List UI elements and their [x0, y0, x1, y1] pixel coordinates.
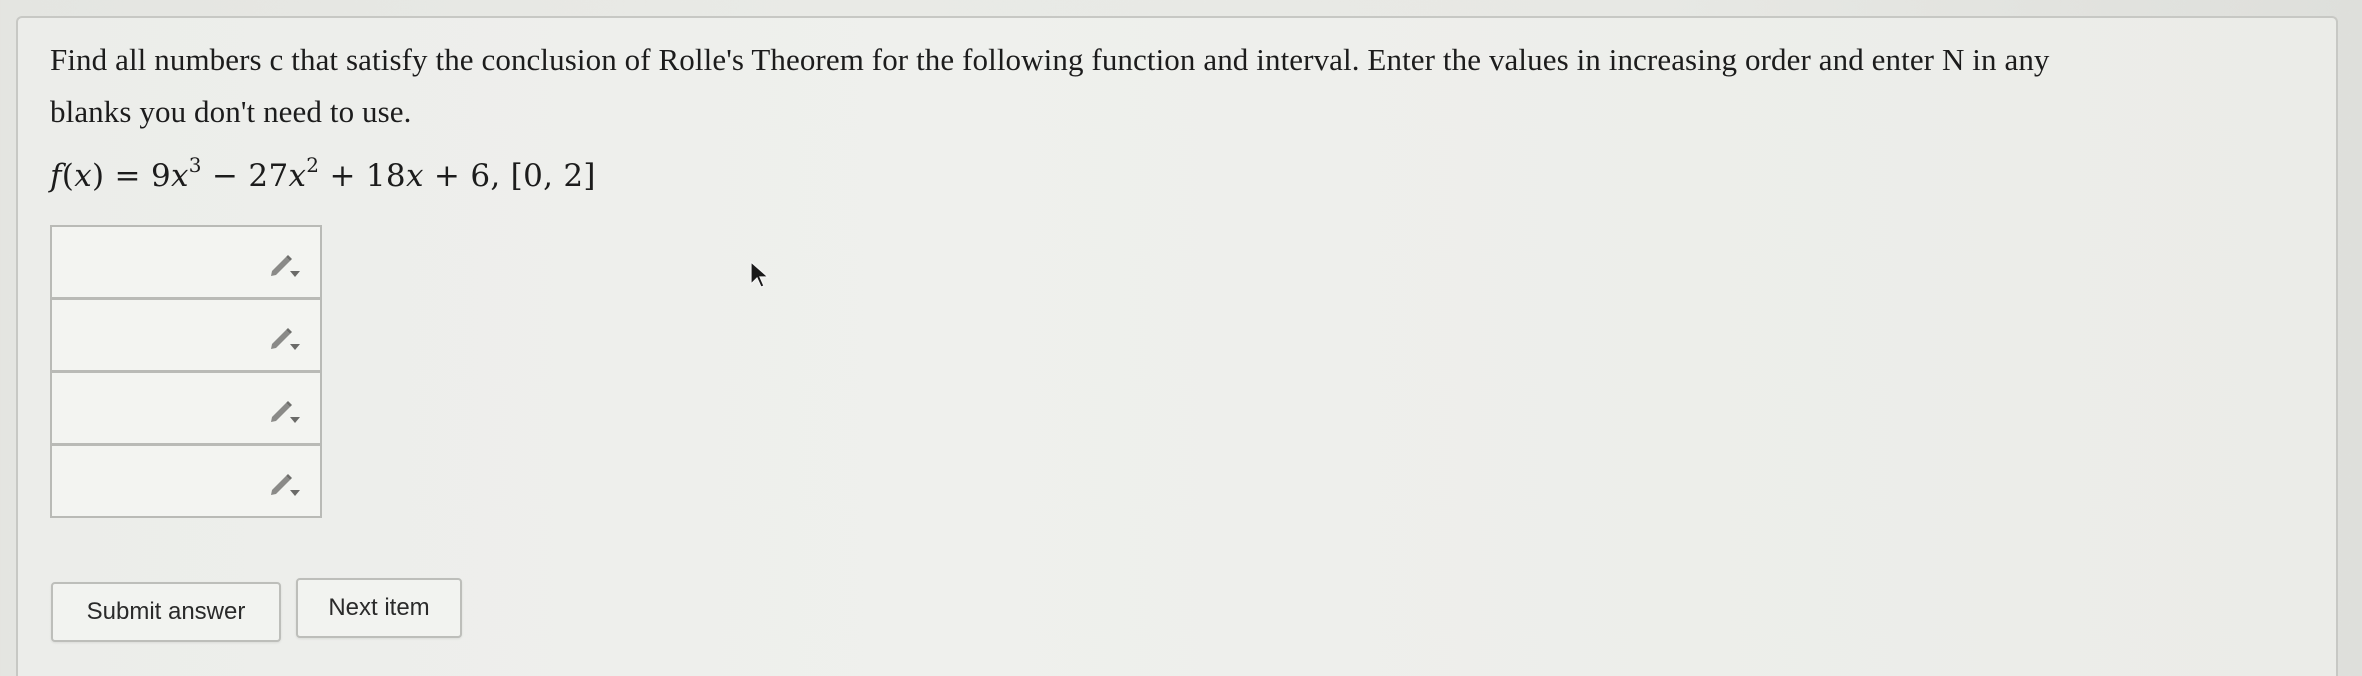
mouse-cursor-icon [750, 260, 770, 288]
answer-field-4[interactable] [50, 444, 322, 518]
question-line-1: Find all numbers c that satisfy the conc… [50, 42, 2050, 77]
pencil-dropdown-icon[interactable] [266, 468, 302, 498]
answer-field-3[interactable] [50, 371, 322, 445]
term-2-variable: x [288, 158, 307, 194]
answer-field-1[interactable] [50, 225, 322, 299]
term-1-exponent: 3 [188, 153, 202, 177]
term-1-variable: x [171, 158, 189, 194]
pencil-dropdown-icon[interactable] [266, 322, 302, 352]
next-item-button[interactable]: Next item [296, 578, 462, 638]
pencil-dropdown-icon[interactable] [266, 395, 302, 425]
function-formula: f(x) = 9x3 − 27x2 + 18x + 6, [0, 2] [50, 153, 596, 194]
term-1-coefficient: 9 [150, 158, 171, 194]
interval: [0, 2] [510, 158, 596, 194]
term-3-coefficient: 18 [365, 158, 406, 194]
answer-blanks [50, 225, 322, 518]
term-2-exponent: 2 [306, 153, 320, 177]
submit-answer-button[interactable]: Submit answer [51, 582, 281, 642]
pencil-dropdown-icon[interactable] [266, 249, 302, 279]
function-variable: x [74, 158, 92, 194]
answer-field-2[interactable] [50, 298, 322, 372]
question-line-2: blanks you don't need to use. [50, 94, 412, 129]
term-2-coefficient: 27 [248, 158, 289, 194]
term-3-variable: x [405, 158, 424, 194]
function-name: f [50, 158, 62, 194]
question-text: Find all numbers c that satisfy the conc… [50, 34, 2250, 138]
constant-term: 6 [470, 158, 491, 194]
